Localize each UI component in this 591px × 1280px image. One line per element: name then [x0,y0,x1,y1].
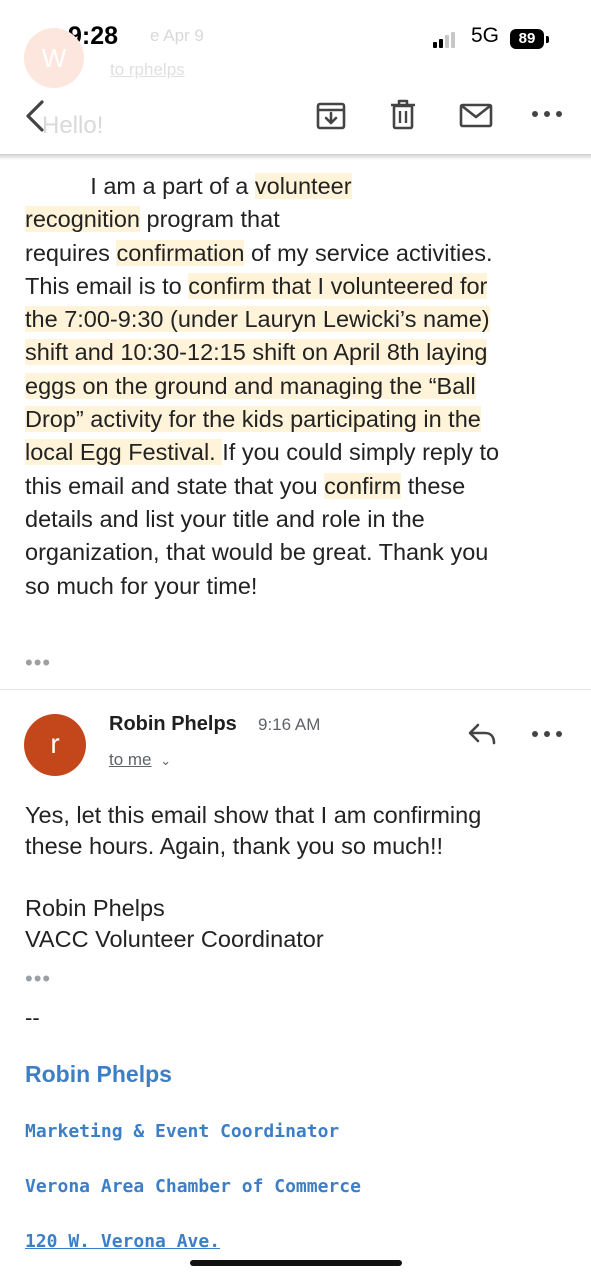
message-time: 9:16 AM [258,715,321,734]
signature-organization: Verona Area Chamber of Commerce [25,1176,361,1197]
highlighted-text: confirm [324,472,402,499]
signature-address-link[interactable]: 120 W. Verona Ave. [25,1231,220,1252]
message-line: details and list your title and role in … [25,503,565,536]
mail-icon[interactable] [458,98,494,137]
toolbar-shadow [0,154,591,160]
message-line: Drop” activity for the kids participatin… [25,403,565,436]
chevron-down-icon: ⌄ [160,753,172,768]
message-text: program that [139,206,280,233]
sender-name[interactable]: Robin Phelps [109,713,237,736]
reply-body: Yes, let this email show that I am confi… [25,800,565,955]
message-line: I am a part of a volunteer [25,170,565,203]
message-body: I am a part of a volunteer recognition pr… [25,170,565,603]
message-divider [0,689,591,690]
message-line: the 7:00-9:30 (under Lauryn Lewicki’s na… [25,303,565,336]
highlighted-text: shift and 10:30-12:15 shift on April 8th… [25,339,488,366]
highlighted-text: confirm that I volunteered for [188,272,488,299]
archive-icon[interactable] [315,98,347,137]
highlighted-text: confirmation [116,239,245,266]
trash-icon[interactable] [388,98,418,137]
message-text: organization, that would be great. Thank… [25,539,489,566]
recipient-details-toggle[interactable]: to me ⌄ [109,750,171,770]
message-text: details and list your title and role in … [25,505,425,532]
previous-sender-fragment: e Apr 9 [150,26,204,45]
battery-tip [546,36,549,43]
cellular-signal-icon [433,30,457,48]
message-line: eggs on the ground and managing the “Bal… [25,370,565,403]
message-text: these [401,472,466,499]
sender-avatar[interactable]: r [24,714,86,776]
message-text: so much for your time! [25,572,258,599]
signature-separator: -- [25,1005,40,1030]
reply-icon[interactable] [466,720,498,753]
message-line: recognition program that [25,203,565,236]
highlighted-text: local Egg Festival. [25,439,223,466]
highlighted-text: eggs on the ground and managing the “Bal… [25,372,476,399]
back-arrow-icon[interactable] [20,96,50,141]
message-line: requires confirmation of my service acti… [25,237,565,270]
message-line: local Egg Festival. If you could simply … [25,436,565,469]
reply-line: Yes, let this email show that I am confi… [25,802,482,828]
reply-sign-line: Robin Phelps [25,895,165,921]
message-text: of my service activities. [244,239,493,266]
message-toolbar [0,90,591,156]
highlighted-text: recognition [25,206,140,233]
message-text: This email is to [25,272,189,299]
battery-icon: 89 [510,29,544,49]
signature-name: Robin Phelps [25,1061,172,1087]
show-trimmed-content-button[interactable]: ••• [25,650,51,676]
message-line: This email is to confirm that I voluntee… [25,270,565,303]
previous-recipient: to rphelps [110,60,185,79]
message-text: requires [25,239,117,266]
signature-title: Marketing & Event Coordinator [25,1121,340,1142]
message-line: organization, that would be great. Thank… [25,536,565,569]
previous-sender-avatar: W [24,28,84,88]
message-line: this email and state that you confirm th… [25,470,565,503]
message-more-icon[interactable] [530,724,564,749]
reply-line: these hours. Again, thank you so much!! [25,833,444,859]
more-icon[interactable] [530,104,564,129]
message-line: shift and 10:30-12:15 shift on April 8th… [25,336,565,369]
reply-sign-line: VACC Volunteer Coordinator [25,926,324,952]
message-text: I am a part of a [25,173,255,199]
recipient-label: to me [109,750,152,769]
home-indicator [190,1260,402,1266]
network-type: 5G [471,24,500,47]
highlighted-text: volunteer [254,173,352,199]
show-trimmed-signature-button[interactable]: ••• [25,966,51,992]
message-line: so much for your time! [25,570,565,603]
highlighted-text: the 7:00-9:30 (under Lauryn Lewicki’s na… [25,306,490,333]
message-text: If you could simply reply to [222,439,500,466]
message-text: this email and state that you [25,472,325,499]
highlighted-text: Drop” activity for the kids participatin… [25,406,481,433]
